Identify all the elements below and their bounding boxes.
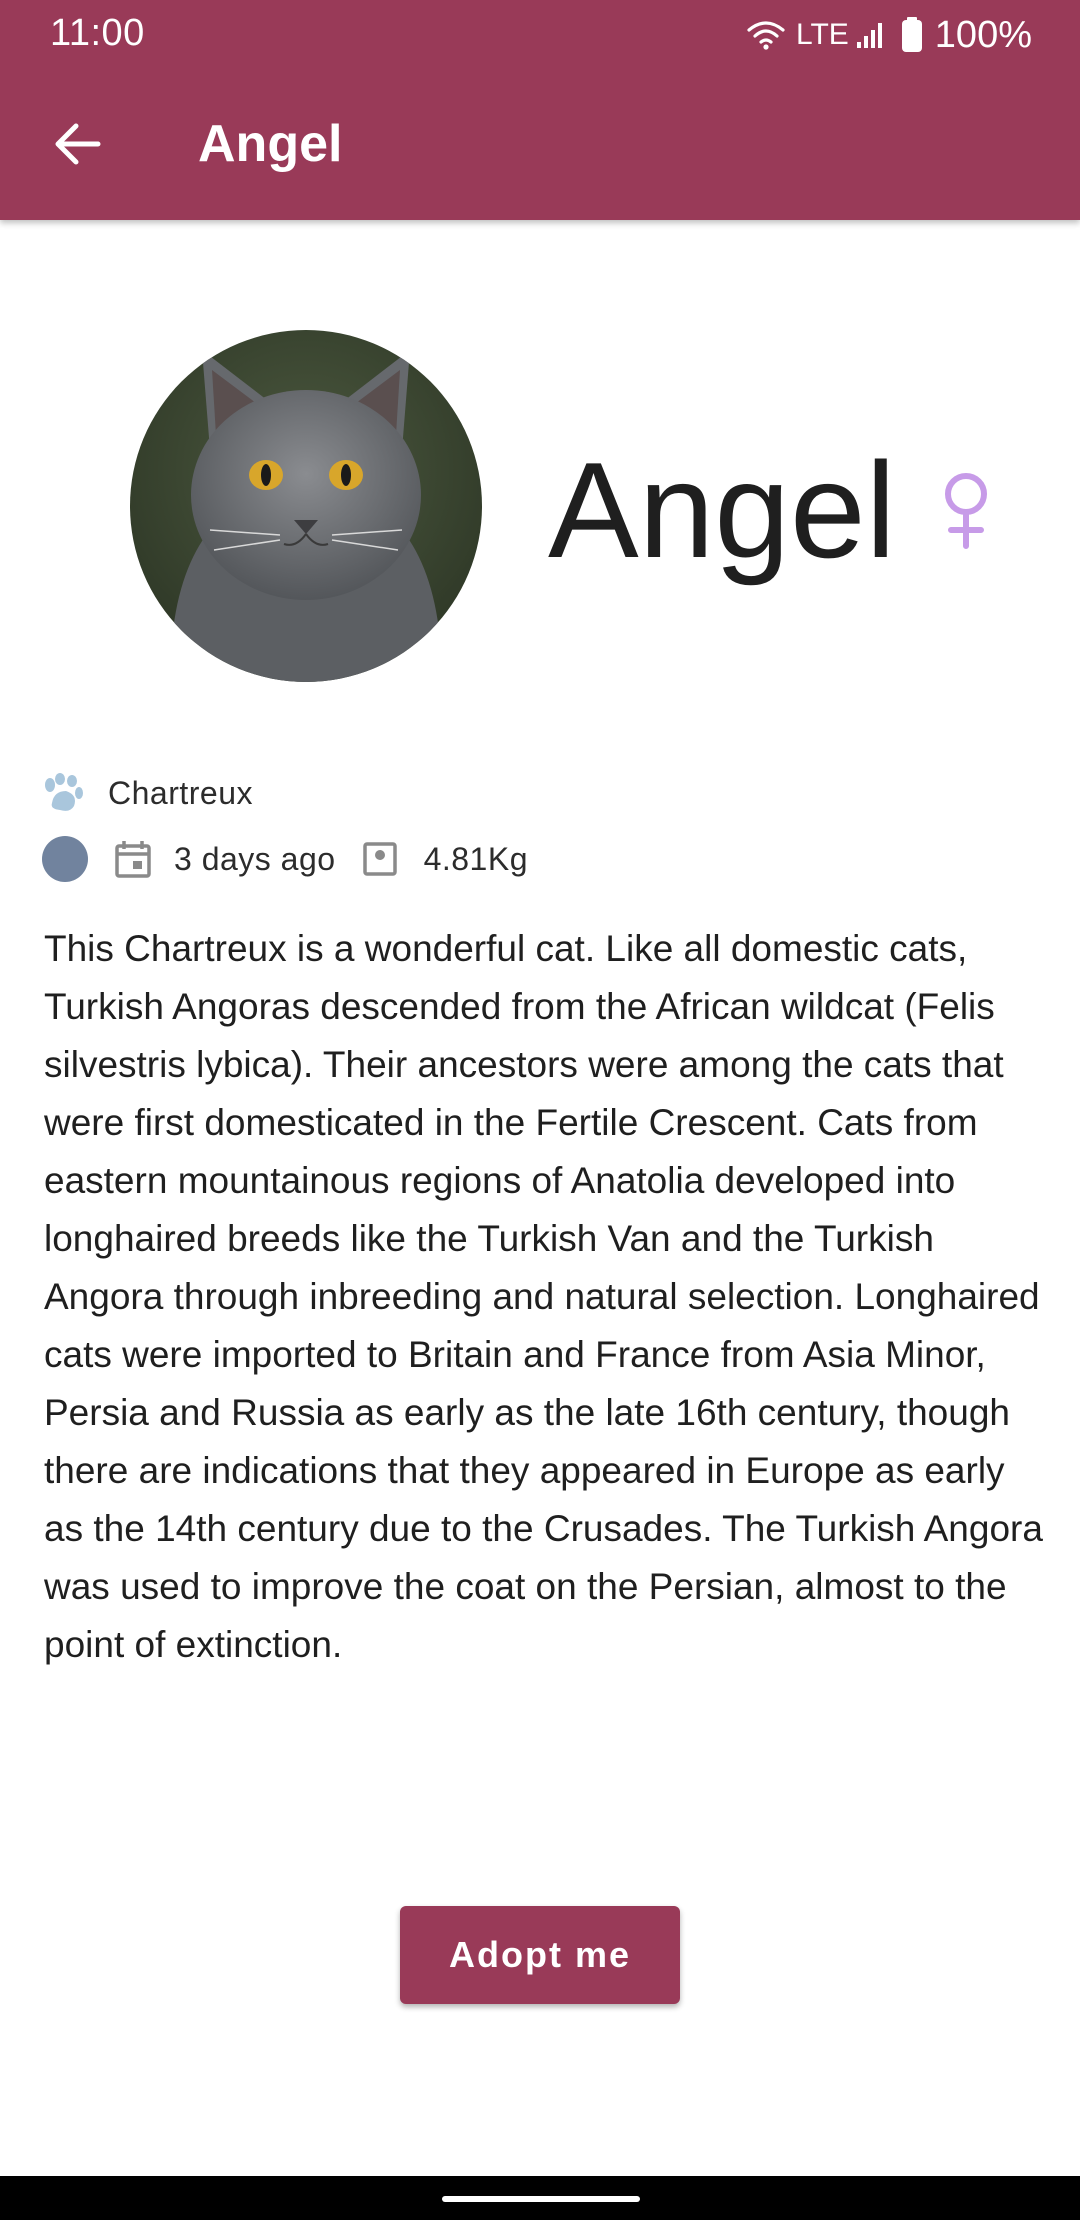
signal-icon — [856, 23, 882, 48]
breed-row: Chartreux — [42, 768, 253, 818]
arrow-back-icon — [55, 123, 101, 165]
toolbar-title: Angel — [198, 115, 343, 173]
adopt-button[interactable]: Adopt me — [400, 1906, 680, 2004]
pet-name: Angel — [548, 434, 896, 586]
navigation-bar — [0, 2176, 1080, 2220]
female-icon — [945, 473, 987, 549]
back-button[interactable] — [28, 102, 128, 186]
cat-photo — [130, 330, 482, 682]
status-bar: 11:00 LTE 100% — [0, 0, 1080, 70]
battery-icon — [901, 17, 922, 52]
wifi-icon — [747, 21, 785, 50]
paw-icon — [45, 773, 83, 811]
scale-icon — [362, 842, 397, 876]
pet-description: This Chartreux is a wonderful cat. Like … — [44, 928, 1043, 1665]
pet-age: 3 days ago — [174, 840, 336, 877]
pet-info-row: 3 days ago 4.81Kg — [42, 832, 528, 886]
status-time: 11:00 — [50, 12, 145, 54]
app-bar: 11:00 LTE 100% Angel — [0, 0, 1080, 220]
home-handle[interactable] — [442, 2196, 640, 2202]
breed-label: Chartreux — [108, 774, 253, 811]
pet-color-swatch — [42, 836, 88, 882]
pet-avatar — [130, 330, 482, 682]
calendar-icon — [115, 841, 151, 878]
pet-weight: 4.81Kg — [423, 840, 528, 877]
network-type: LTE — [796, 18, 849, 51]
battery-level: 100% — [934, 13, 1032, 56]
status-icons: LTE 100% — [746, 10, 1032, 60]
toolbar: Angel — [0, 70, 1080, 220]
